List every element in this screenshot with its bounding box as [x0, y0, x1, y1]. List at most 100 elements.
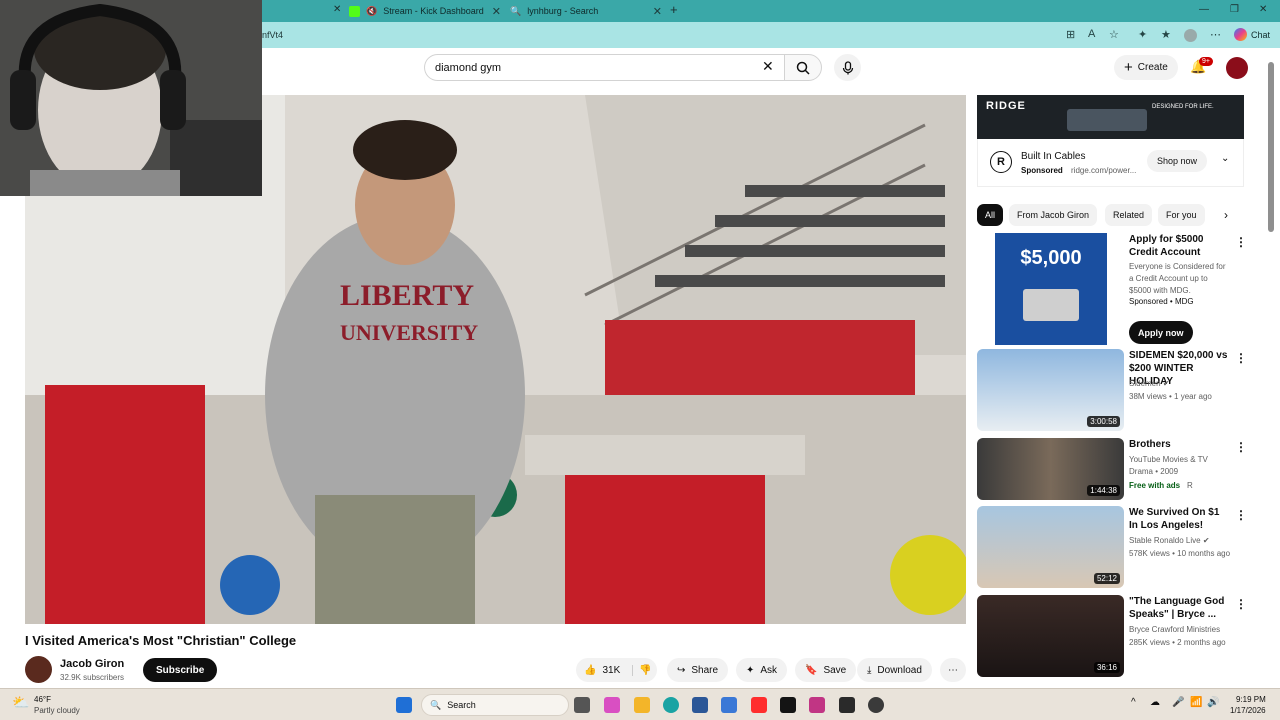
netflix-icon[interactable]	[780, 697, 796, 713]
favorite-star-icon[interactable]: ☆	[1109, 28, 1119, 41]
epic-games-icon[interactable]	[839, 697, 855, 713]
chip-related[interactable]: Related	[1105, 204, 1153, 226]
video-stats: 285K views • 2 months ago	[1129, 638, 1226, 647]
cash-image	[1023, 289, 1079, 321]
search-icon: 🔍	[510, 5, 522, 16]
copilot-chat-button[interactable]: Chat	[1234, 28, 1270, 41]
youtube-app-icon[interactable]	[751, 697, 767, 713]
ad-banner-image[interactable]: RIDGE DESIGNED FOR LIFE.	[977, 95, 1244, 139]
list-item[interactable]: 3:00:58 SIDEMEN $20,000 vs $200 WINTER H…	[977, 349, 1247, 431]
wifi-icon[interactable]: 📶	[1190, 697, 1202, 708]
file-explorer-icon[interactable]	[634, 697, 650, 713]
chip-for-you[interactable]: For you	[1158, 204, 1205, 226]
close-window-icon[interactable]: ✕	[1259, 4, 1267, 15]
apply-now-button[interactable]: Apply now	[1129, 321, 1193, 344]
favorites-icon[interactable]: ★	[1161, 28, 1171, 41]
thumbs-down-icon[interactable]: 👎	[632, 664, 652, 676]
video-thumbnail: 36:16	[977, 595, 1124, 677]
thumbs-up-icon[interactable]: 👍	[584, 665, 596, 676]
close-tab-icon[interactable]: ✕	[333, 4, 341, 15]
tab-search[interactable]: 🔍 lynhburg - Search ✕	[510, 0, 662, 22]
like-count[interactable]: 31K	[602, 665, 620, 676]
video-stats: 578K views • 10 months ago	[1129, 549, 1231, 558]
more-vertical-icon[interactable]: ⋮	[1235, 597, 1247, 611]
ad-sponsored-label: Sponsored	[1021, 166, 1063, 175]
chevron-down-icon[interactable]: ⌄	[1221, 153, 1229, 164]
windows-taskbar: ⛅ 46°F Partly cloudy 🔍 Search ^ ☁ 🎤 📶 🔊 …	[0, 688, 1280, 720]
video-title: I Visited America's Most "Christian" Col…	[25, 633, 297, 648]
copilot-app-icon[interactable]	[604, 697, 620, 713]
chevron-right-icon[interactable]: ›	[1224, 208, 1228, 222]
product-image	[1067, 109, 1147, 131]
minimize-icon[interactable]: —	[1199, 4, 1209, 15]
windows-start-icon[interactable]	[396, 697, 412, 713]
volume-icon[interactable]: 🔊	[1207, 697, 1219, 708]
edge-browser-icon[interactable]	[663, 697, 679, 713]
read-aloud-icon[interactable]: A	[1088, 28, 1095, 40]
share-button[interactable]: ↪ Share	[667, 658, 729, 682]
page-scrollbar[interactable]	[1268, 62, 1274, 232]
more-vertical-icon[interactable]: ⋮	[1235, 351, 1247, 365]
taskbar-search[interactable]: 🔍 Search	[421, 694, 569, 716]
more-vertical-icon[interactable]: ⋮	[1235, 440, 1247, 454]
store-icon[interactable]	[692, 697, 708, 713]
ask-button[interactable]: ✦ Ask	[736, 658, 788, 682]
weather-desc[interactable]: Partly cloudy	[34, 706, 80, 715]
weather-temp[interactable]: 46°F	[34, 695, 51, 704]
close-tab-icon[interactable]: ✕	[653, 5, 662, 18]
rating-badge: R	[1187, 481, 1193, 490]
more-vertical-icon[interactable]: ⋮	[1235, 508, 1247, 522]
video-thumbnail: $5,000	[977, 233, 1124, 345]
ad-card[interactable]: R Built In Cables Sponsored ridge.com/po…	[977, 139, 1244, 187]
list-item[interactable]: $5,000 Apply for $5000 Credit Account Ev…	[977, 233, 1247, 345]
video-thumbnail: 52:12	[977, 506, 1124, 588]
extension-icon[interactable]: ✦	[1138, 28, 1147, 41]
app-install-icon[interactable]: ⊞	[1066, 28, 1075, 41]
more-vertical-icon[interactable]: ⋮	[1235, 235, 1247, 249]
instagram-icon[interactable]	[809, 697, 825, 713]
new-tab-icon[interactable]: +	[670, 2, 678, 17]
channel-avatar[interactable]	[25, 656, 52, 683]
profile-icon[interactable]	[1184, 29, 1197, 42]
task-view-icon[interactable]	[574, 697, 590, 713]
tray-chevron-icon[interactable]: ^	[1131, 697, 1136, 708]
clock-date[interactable]: 1/17/2026	[1230, 706, 1266, 715]
list-item[interactable]: 1:44:38 Brothers YouTube Movies & TV Dra…	[977, 438, 1247, 500]
close-tab-icon[interactable]: ✕	[492, 5, 501, 18]
tab-kick-dashboard[interactable]: 🔇 Stream - Kick Dashboard ✕	[349, 0, 501, 22]
weather-icon[interactable]: ⛅	[12, 694, 29, 711]
list-item[interactable]: 52:12 We Survived On $1 In Los Angeles! …	[977, 506, 1247, 588]
speaker-muted-icon[interactable]: 🔇	[366, 6, 377, 17]
save-bookmark-icon: 🔖	[805, 664, 818, 676]
microphone-tray-icon[interactable]: 🎤	[1172, 697, 1184, 708]
clear-search-icon[interactable]: ✕	[762, 59, 774, 73]
clock-time[interactable]: 9:19 PM	[1236, 695, 1266, 704]
create-button[interactable]: + Create	[1114, 55, 1178, 80]
channel-name[interactable]: Jacob Giron	[60, 658, 124, 670]
account-avatar[interactable]	[1226, 57, 1248, 79]
download-button[interactable]: ⤓ Download	[857, 658, 932, 682]
chip-from-channel[interactable]: From Jacob Giron	[1009, 204, 1098, 226]
more-options-icon[interactable]: ⋯	[1210, 28, 1221, 41]
subscribe-button[interactable]: Subscribe	[143, 658, 218, 682]
save-button[interactable]: 🔖 Save	[795, 658, 857, 682]
voice-search-button[interactable]	[834, 54, 861, 81]
svg-text:UNIVERSITY: UNIVERSITY	[340, 320, 478, 345]
recommendation-title: Apply for $5000 Credit Account	[1129, 234, 1204, 258]
plus-icon: +	[1124, 58, 1133, 76]
search-button[interactable]	[784, 54, 822, 81]
outlook-icon[interactable]	[721, 697, 737, 713]
copilot-icon	[1234, 28, 1247, 41]
chat-label: Chat	[1251, 29, 1271, 40]
restore-icon[interactable]: ❐	[1230, 4, 1239, 15]
obs-icon[interactable]	[868, 697, 884, 713]
video-duration: 52:12	[1093, 573, 1120, 584]
cloud-icon[interactable]: ☁	[1150, 697, 1160, 708]
list-item[interactable]: 36:16 "The Language God Speaks" | Bryce …	[977, 595, 1247, 677]
url-text[interactable]: nfVt4	[262, 30, 283, 40]
chip-all[interactable]: All	[977, 204, 1004, 226]
more-actions-button[interactable]: ⋯	[940, 658, 966, 682]
video-duration: 36:16	[1093, 662, 1120, 673]
shop-now-button[interactable]: Shop now	[1147, 150, 1208, 172]
search-input[interactable]: diamond gym	[424, 54, 784, 81]
